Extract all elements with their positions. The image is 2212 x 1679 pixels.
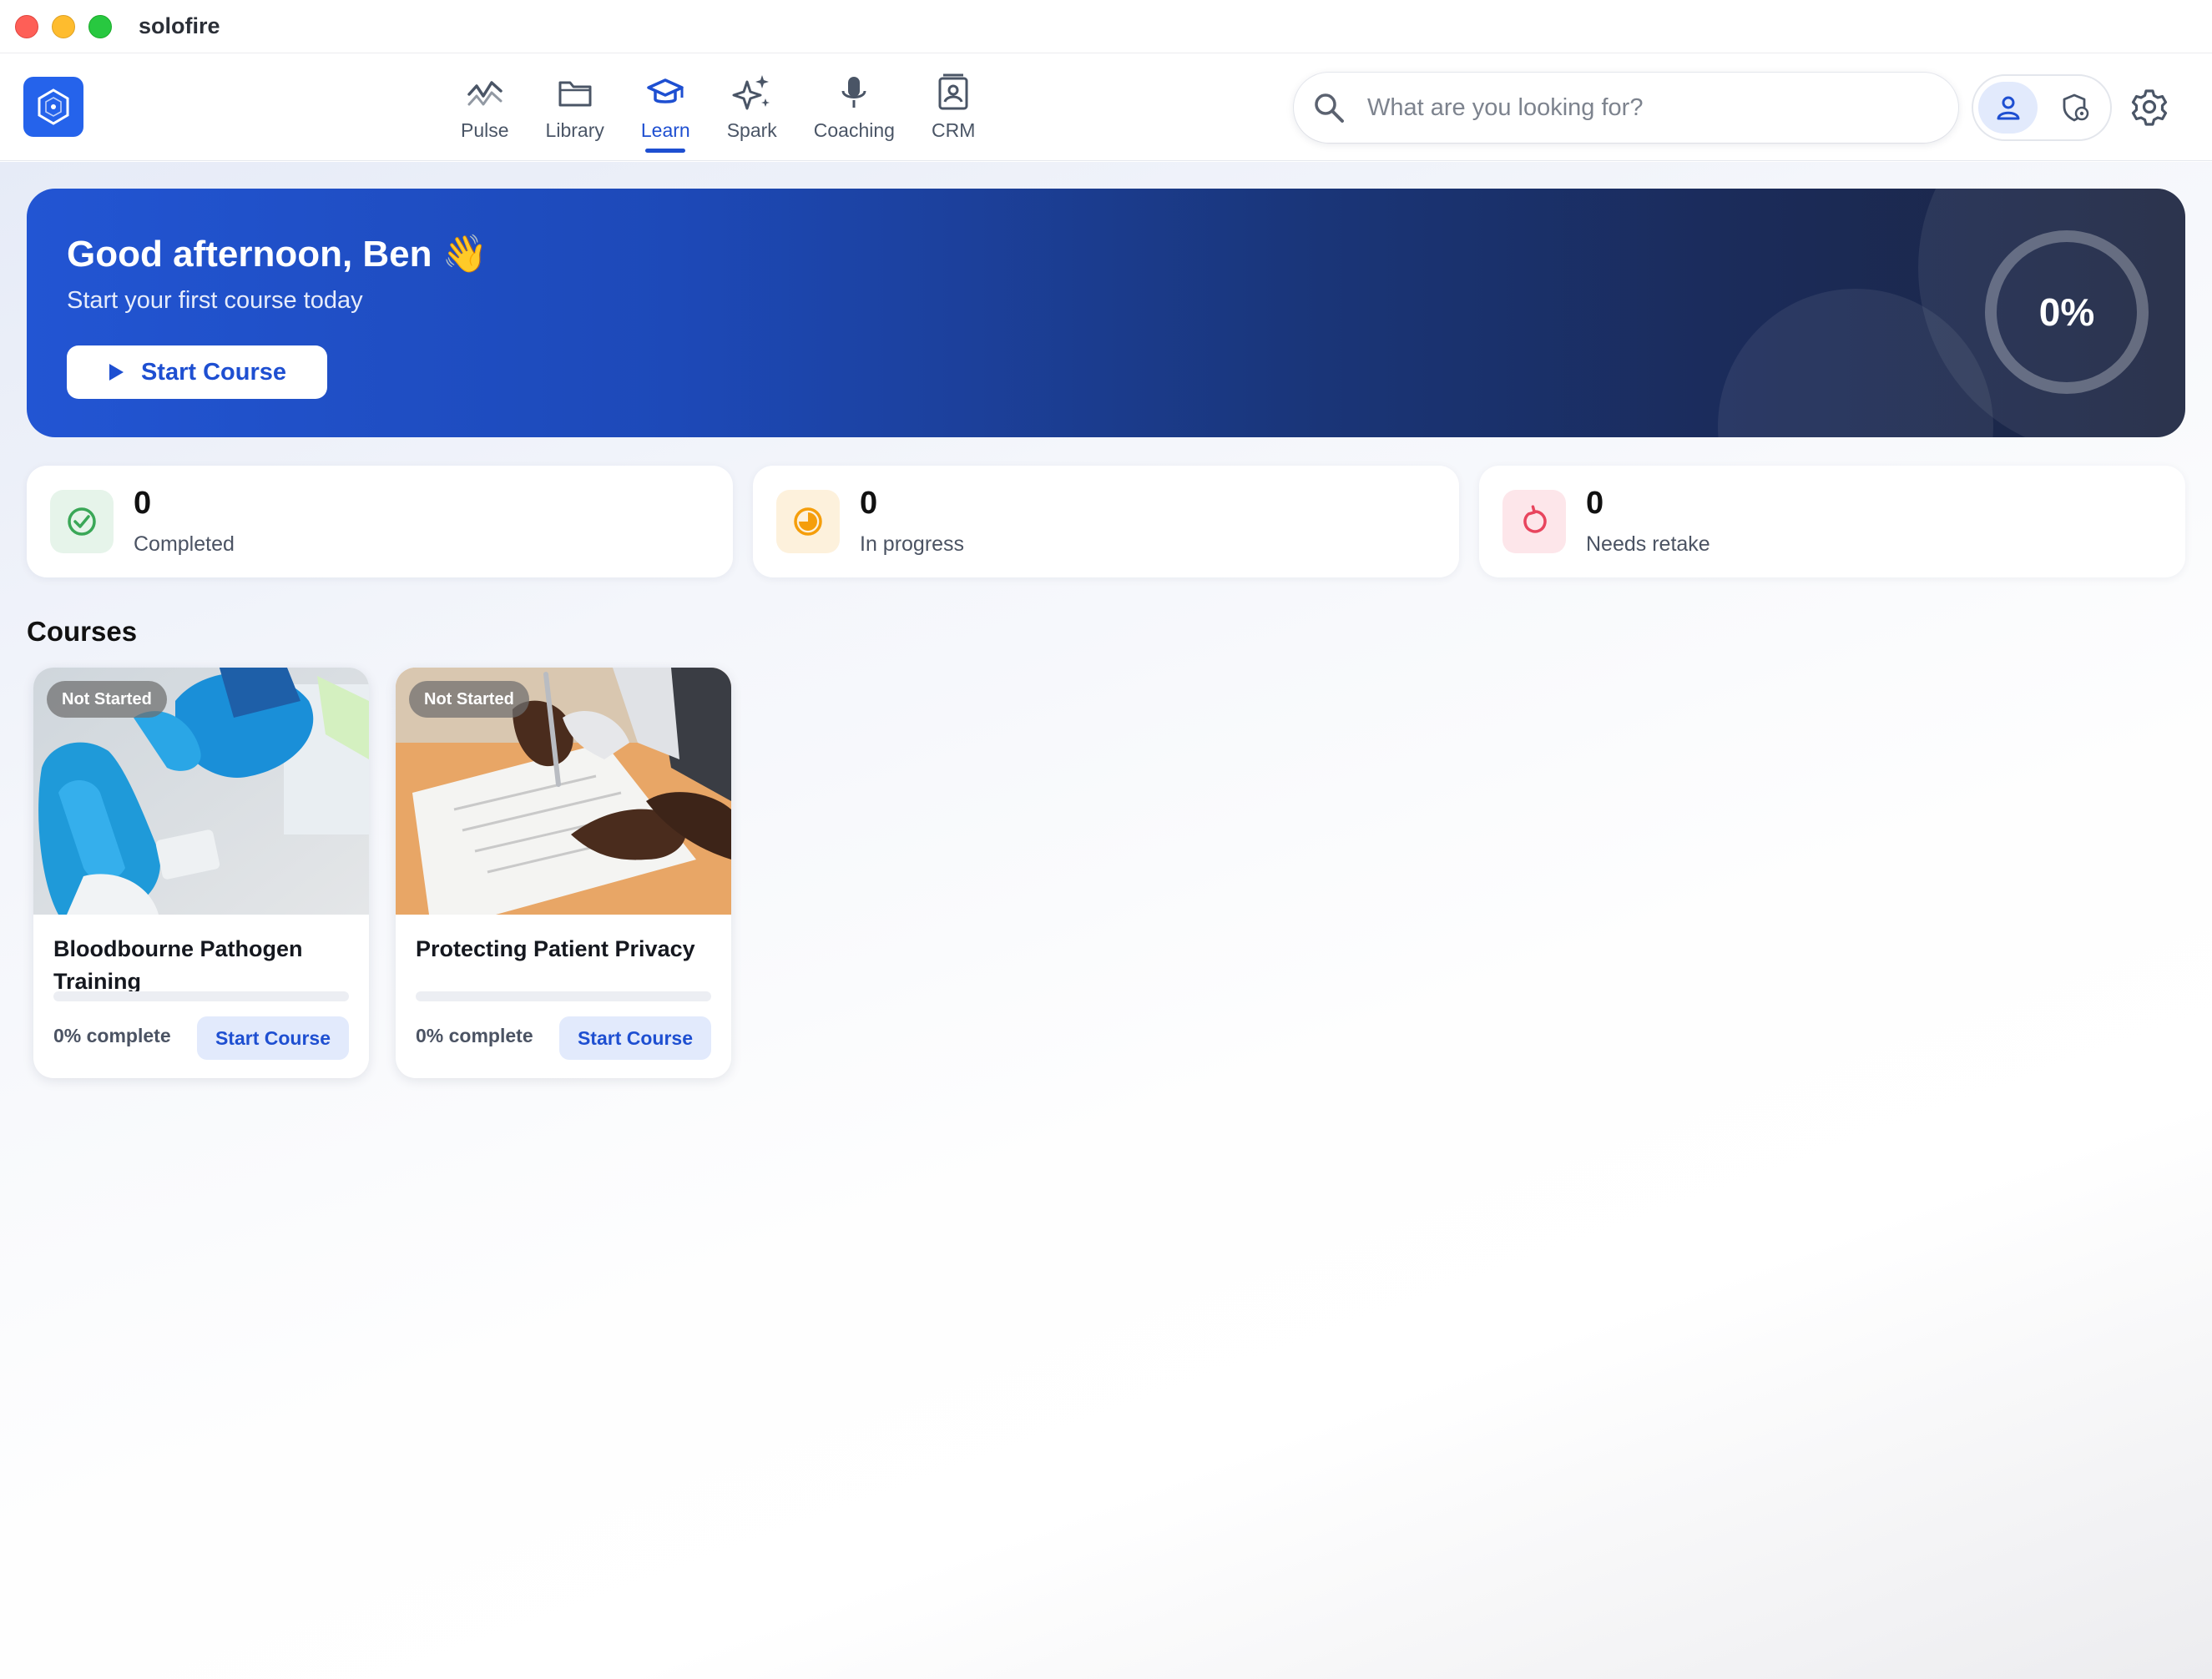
- course-thumbnail: Not Started: [33, 668, 369, 915]
- settings-button[interactable]: [2130, 88, 2169, 130]
- needs-retake-count: 0: [1586, 486, 1604, 521]
- completed-icon-box: [50, 490, 114, 553]
- search-bar[interactable]: [1294, 73, 1958, 143]
- courses-section-title: Courses: [27, 616, 138, 647]
- course-thumbnail: Not Started: [396, 668, 731, 915]
- course-title: Bloodbourne Pathogen Training: [53, 936, 303, 994]
- stat-card-needs-retake: 0 Needs retake: [1479, 466, 2185, 577]
- nav-item-crm[interactable]: CRM: [913, 69, 993, 153]
- nav-item-coaching[interactable]: Coaching: [795, 69, 913, 153]
- admin-view-option[interactable]: [2046, 82, 2105, 134]
- nav-item-library[interactable]: Library: [528, 69, 623, 153]
- app-title: solofire: [139, 13, 220, 38]
- sparkles-icon: [732, 75, 770, 110]
- hexagon-logo-icon: [38, 88, 69, 125]
- contact-book-icon: [938, 73, 968, 110]
- in-progress-count: 0: [860, 486, 878, 521]
- window-controls: [15, 14, 112, 38]
- microphone-icon: [841, 77, 866, 108]
- overall-progress-value: 0%: [2038, 290, 2095, 334]
- solofire-logo[interactable]: [23, 77, 83, 137]
- greeting-title: Good afternoon, Ben 👋: [67, 234, 488, 275]
- nav-label-pulse: Pulse: [461, 119, 509, 141]
- overall-progress-ring: 0%: [1985, 230, 2149, 394]
- in-progress-label: In progress: [860, 532, 965, 556]
- personal-view-option[interactable]: [1978, 82, 2038, 134]
- course-status-badge: Not Started: [47, 681, 167, 718]
- folder-icon: [558, 81, 592, 107]
- completed-label: Completed: [134, 532, 235, 556]
- completed-count: 0: [134, 486, 152, 521]
- needs-retake-label: Needs retake: [1586, 532, 1710, 556]
- nav-item-spark[interactable]: Spark: [709, 69, 795, 153]
- user-icon: [1997, 96, 2019, 120]
- view-mode-toggle[interactable]: [1972, 74, 2112, 141]
- course-progress-bar: [53, 991, 349, 1001]
- minimize-window-button[interactable]: [52, 14, 75, 38]
- zoom-window-button[interactable]: [88, 14, 112, 38]
- window-titlebar: solofire: [0, 0, 2212, 53]
- start-course-button[interactable]: Start Course: [559, 1016, 711, 1060]
- nav-label-learn: Learn: [640, 119, 690, 141]
- pulse-icon: [467, 81, 502, 106]
- course-title: Protecting Patient Privacy: [416, 936, 695, 961]
- course-card[interactable]: Not Started Bloodbourne Pathogen Trainin…: [33, 668, 369, 1078]
- course-card[interactable]: Not Started Protecting Patient Privacy 0…: [396, 668, 731, 1078]
- nav-item-pulse[interactable]: Pulse: [442, 69, 528, 153]
- check-circle-icon: [68, 507, 96, 536]
- close-window-button[interactable]: [15, 14, 38, 38]
- welcome-banner: Good afternoon, Ben 👋 Start your first c…: [27, 189, 2185, 437]
- hero-start-course-label: Start Course: [140, 358, 287, 386]
- stat-card-in-progress: 0 In progress: [753, 466, 1459, 577]
- course-progress-label: 0% complete: [416, 1025, 533, 1046]
- stat-card-completed: 0 Completed: [27, 466, 733, 577]
- main-content: Good afternoon, Ben 👋 Start your first c…: [0, 162, 2212, 1679]
- needs-retake-icon-box: [1502, 490, 1566, 553]
- main-nav: Pulse Library Learn Spark Coaching CRM: [442, 69, 993, 153]
- shield-gear-icon: [2063, 93, 2088, 122]
- graduation-cap-icon: [647, 78, 684, 103]
- greeting-subtitle: Start your first course today: [67, 287, 363, 314]
- nav-label-spark: Spark: [726, 119, 777, 141]
- nav-label-library: Library: [545, 119, 604, 141]
- nav-item-learn[interactable]: Learn: [623, 69, 709, 153]
- top-header: Pulse Library Learn Spark Coaching CRM W…: [0, 54, 2212, 161]
- start-course-button[interactable]: Start Course: [197, 1016, 349, 1060]
- nav-label-crm: CRM: [931, 119, 976, 141]
- course-status-badge: Not Started: [409, 681, 529, 718]
- nav-label-coaching: Coaching: [813, 119, 895, 141]
- course-progress-label: 0% complete: [53, 1025, 171, 1046]
- course-progress-bar: [416, 991, 711, 1001]
- search-icon: [1315, 93, 1344, 123]
- play-icon: [109, 364, 124, 381]
- in-progress-icon-box: [776, 490, 840, 553]
- hero-start-course-button[interactable]: Start Course: [67, 345, 327, 399]
- search-input[interactable]: [1367, 93, 1901, 122]
- retry-icon: [1523, 505, 1547, 533]
- half-clock-icon: [794, 507, 822, 536]
- gear-icon: [2131, 89, 2168, 126]
